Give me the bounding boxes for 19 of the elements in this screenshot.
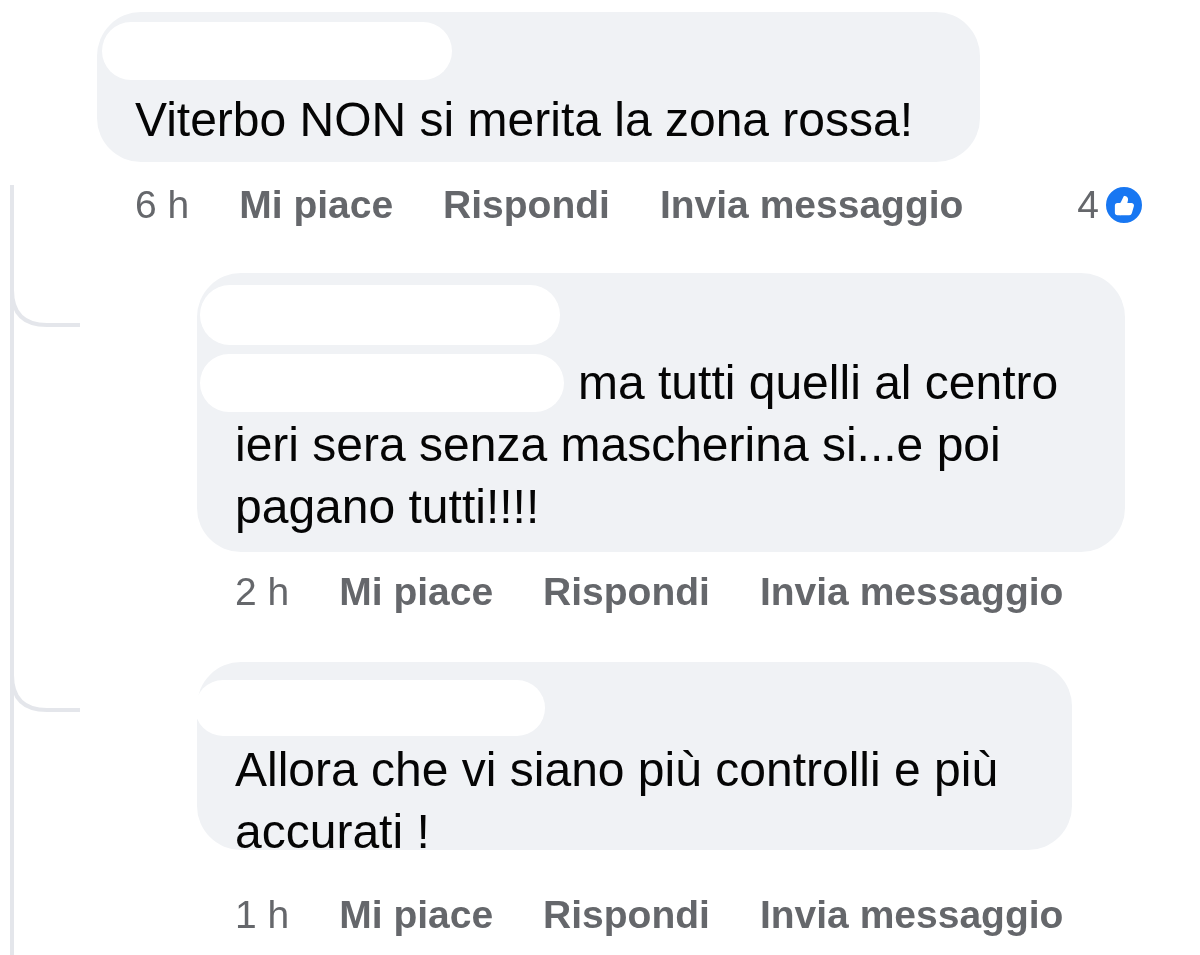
action-link[interactable]: Invia messaggio (759, 893, 1064, 937)
comment-line: accurati ! (235, 804, 431, 860)
action-link[interactable]: Mi piace (239, 183, 394, 227)
action-link[interactable]: Rispondi (543, 893, 710, 937)
action-link[interactable]: Mi piace (339, 570, 494, 614)
comment-line: ieri sera senza mascherina si...e poi (235, 417, 1002, 473)
action-link[interactable]: Rispondi (543, 570, 710, 614)
timestamp: 2 h (235, 570, 290, 614)
action-link[interactable]: Invia messaggio (659, 183, 964, 227)
comment-line: Viterbo NON si merita la zona rossa! (135, 92, 915, 148)
action-link[interactable]: Mi piace (339, 893, 494, 937)
comment-line: ma tutti quelli al centro (578, 355, 1059, 411)
action-link[interactable]: Invia messaggio (759, 570, 1064, 614)
comment-line: pagano tutti!!!! (235, 479, 541, 535)
timestamp: 6 h (135, 183, 190, 227)
timestamp: 1 h (235, 893, 290, 937)
comment-line: Allora che vi siano più controlli e più (235, 742, 1000, 798)
reaction-count: 4 (1077, 183, 1099, 227)
action-link[interactable]: Rispondi (443, 183, 610, 227)
